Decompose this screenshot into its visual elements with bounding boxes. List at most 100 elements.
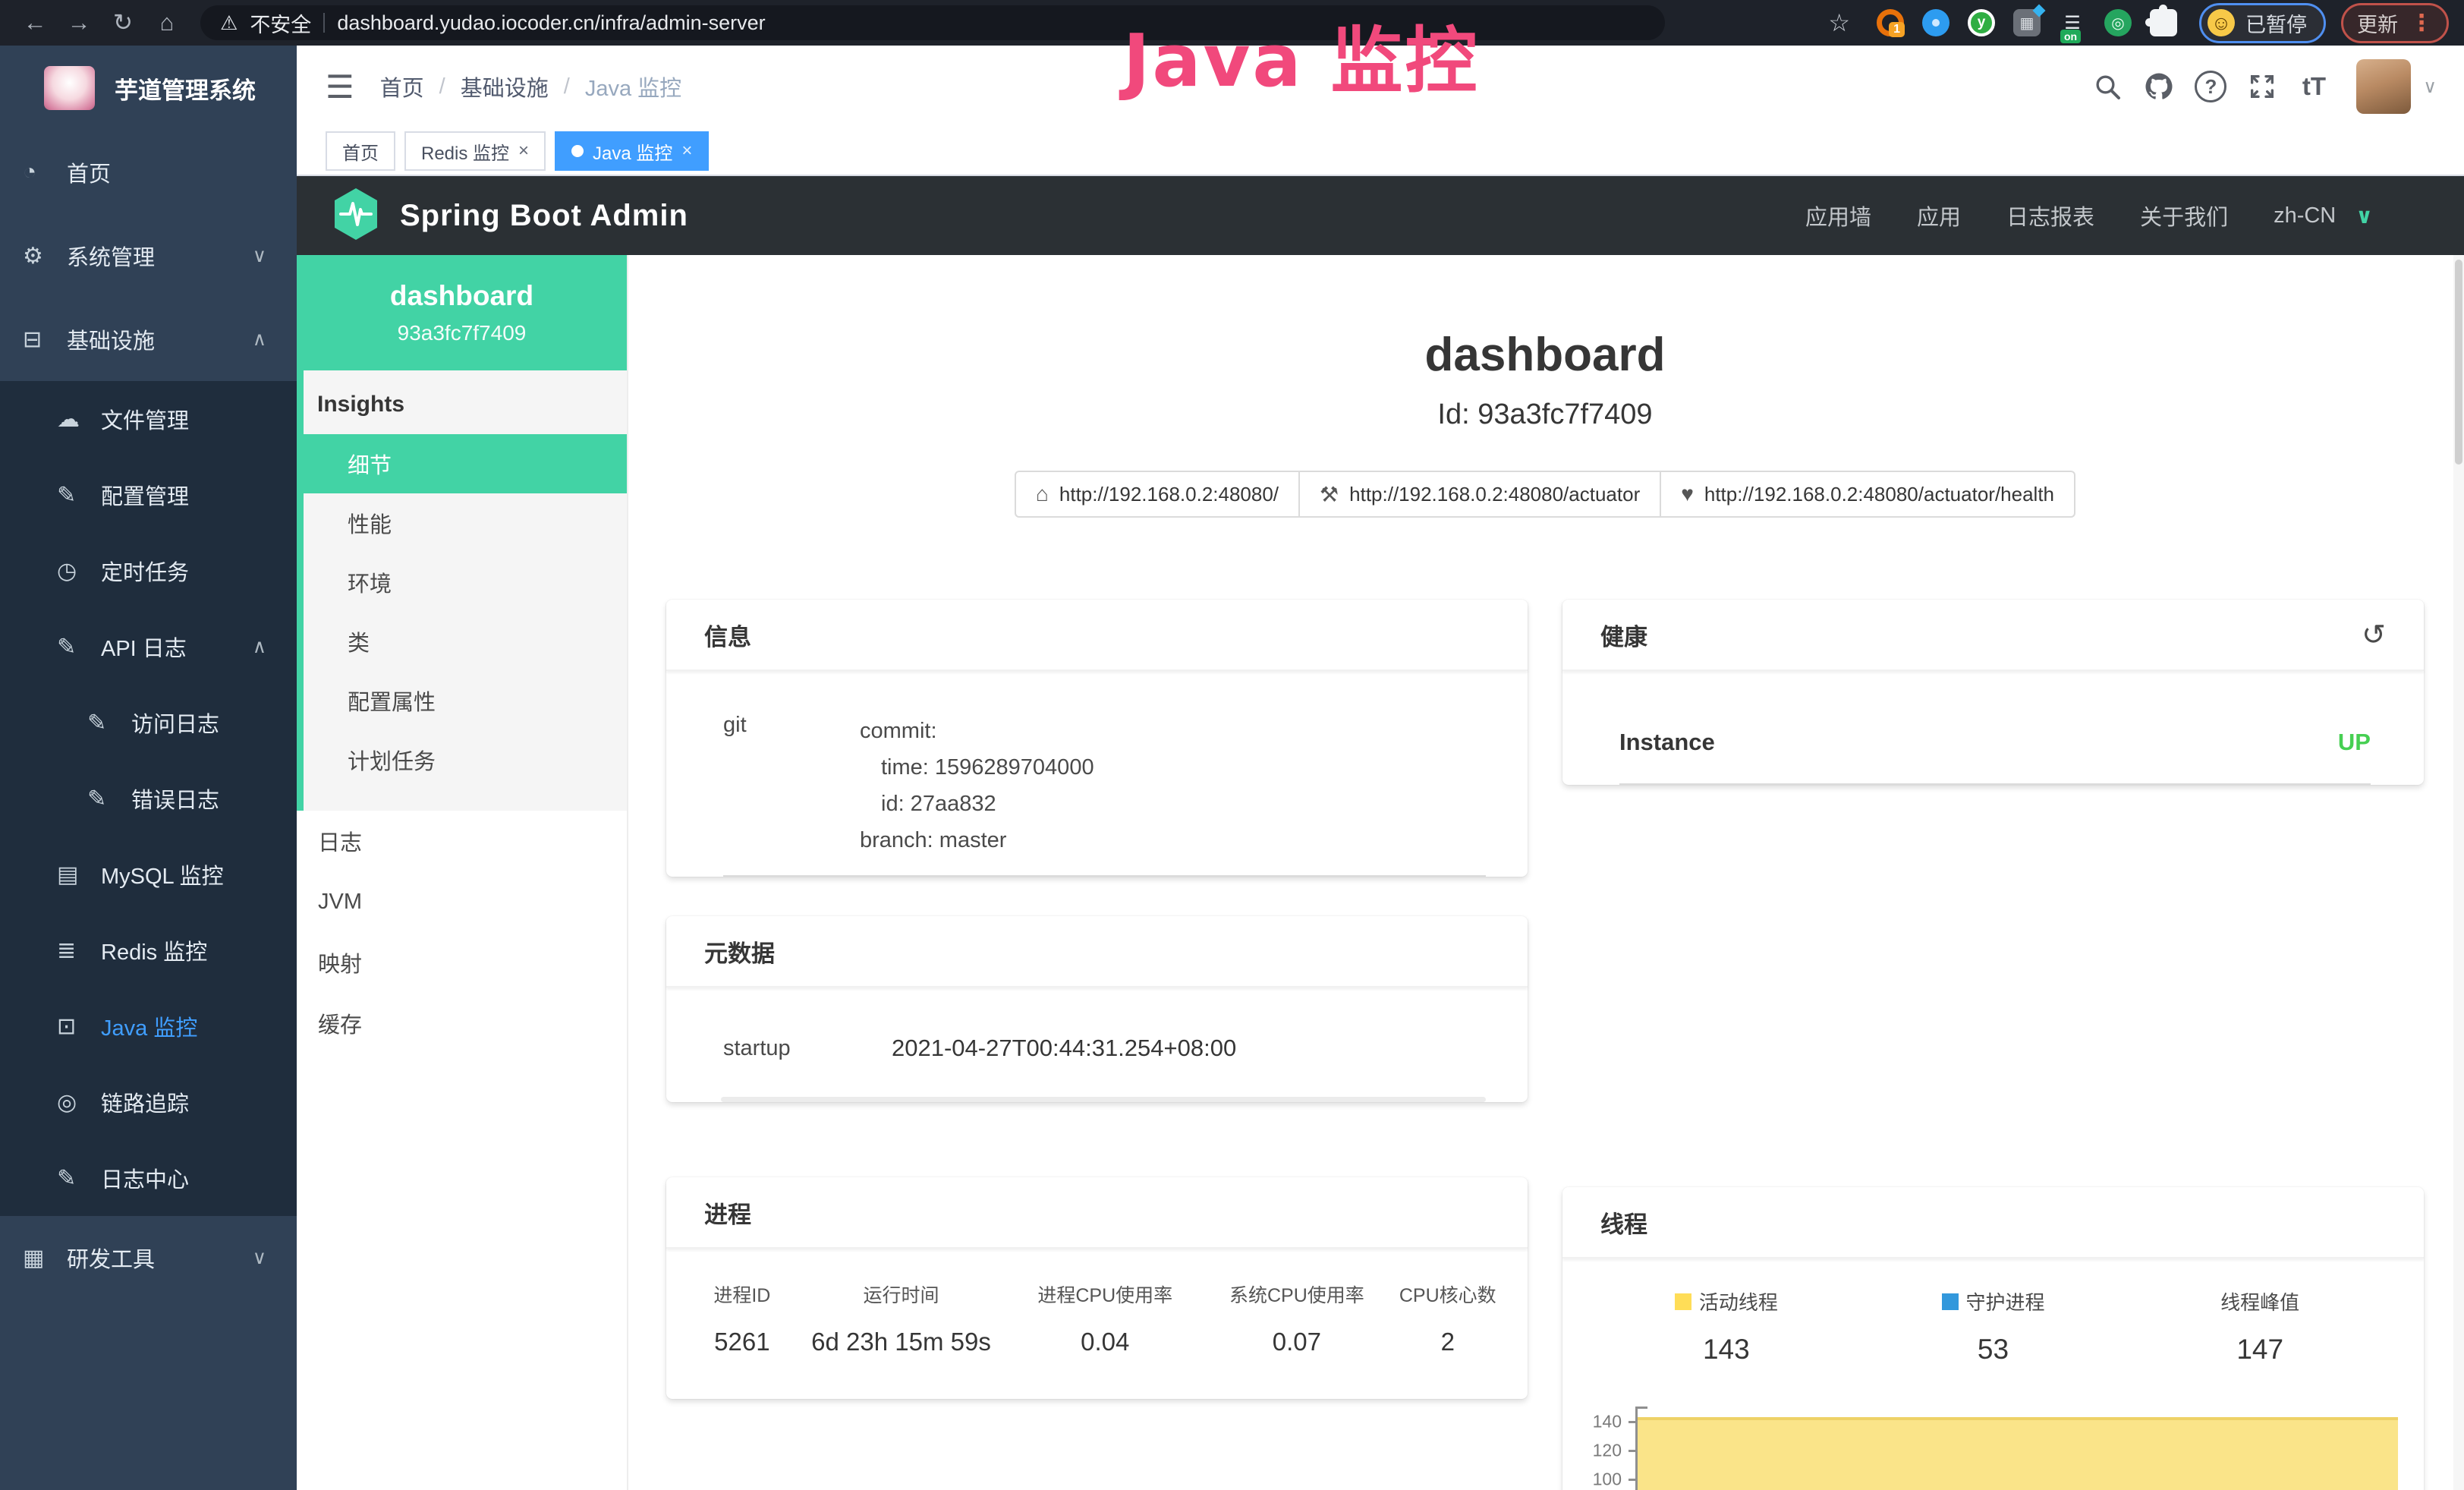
menu-item-scheduled-tasks[interactable]: 计划任务	[304, 730, 627, 789]
sidebar-item-dev-tools[interactable]: ▦ 研发工具 ∨	[0, 1216, 297, 1299]
menu-item-metrics[interactable]: 性能	[304, 493, 627, 553]
extension-colorzilla-icon[interactable]: 1	[1877, 9, 1904, 36]
actuator-url-button[interactable]: ⚒ http://192.168.0.2:48080/actuator	[1300, 471, 1661, 518]
active-dot	[571, 145, 584, 157]
tab-java-monitor[interactable]: Java 监控 ×	[555, 131, 709, 171]
breadcrumb-home[interactable]: 首页	[380, 71, 424, 102]
tab-redis-monitor[interactable]: Redis 监控 ×	[404, 131, 546, 171]
health-url-button[interactable]: ♥ http://192.168.0.2:48080/actuator/heal…	[1661, 471, 2075, 518]
menu-item-mappings[interactable]: 映射	[297, 932, 627, 993]
home-icon[interactable]: ⌂	[147, 9, 187, 36]
health-card: 健康 ↺ Instance UP	[1562, 600, 2424, 785]
metadata-startup-value: 2021-04-27T00:44:31.254+08:00	[892, 1035, 1236, 1062]
reload-icon[interactable]: ↻	[103, 9, 143, 36]
extension-y-icon[interactable]: y	[1968, 9, 1995, 36]
sidebar-item-files[interactable]: ☁ 文件管理	[0, 381, 297, 457]
sidebar-item-java-monitor[interactable]: ⊡ Java 监控	[0, 988, 297, 1064]
sba-nav-applications[interactable]: 应用	[1917, 200, 1961, 232]
sba-locale-select[interactable]: zh-CN	[2274, 203, 2336, 228]
instance-header[interactable]: dashboard 93a3fc7f7409	[297, 255, 627, 370]
sidebar-item-home[interactable]: ◔ 首页	[0, 131, 297, 214]
hamburger-icon[interactable]: ☰	[310, 68, 370, 106]
browser-menu-dots-icon[interactable]: ⋮	[2410, 10, 2433, 36]
search-icon[interactable]	[2082, 71, 2133, 102]
clock-icon: ◷	[57, 558, 101, 584]
url-text[interactable]: dashboard.yudao.iocoder.cn/infra/admin-s…	[337, 11, 765, 35]
daemon-threads-value: 53	[1978, 1334, 2009, 1366]
sidebar-item-log-center[interactable]: ✎ 日志中心	[0, 1140, 297, 1216]
paused-label: 已暂停	[2245, 8, 2307, 38]
history-icon[interactable]: ↺	[2362, 618, 2386, 652]
threads-chart: 140 120 100	[1562, 1407, 2424, 1490]
health-card-title: 健康 ↺	[1562, 600, 2424, 671]
extension-pin-icon[interactable]	[1922, 9, 1949, 36]
bookmark-star-icon[interactable]: ☆	[1828, 8, 1850, 37]
insights-section: Insights 细节 性能 环境 类 配置属性 计划任务	[297, 370, 627, 811]
extensions-puzzle-icon[interactable]	[2150, 9, 2177, 36]
insights-group-label: Insights	[304, 370, 627, 434]
sidebar-item-redis[interactable]: ≣ Redis 监控	[0, 912, 297, 988]
edit-icon: ✎	[57, 482, 101, 509]
sidebar-item-trace[interactable]: ◎ 链路追踪	[0, 1064, 297, 1140]
sidebar-item-api-log[interactable]: ✎ API 日志 ∧	[0, 609, 297, 685]
menu-item-jvm[interactable]: JVM	[297, 871, 627, 932]
process-table: 进程ID 运行时间 进程CPU使用率 系统CPU使用率 CPU核心数 5261 …	[666, 1249, 1528, 1399]
tab-home[interactable]: 首页	[326, 131, 395, 171]
health-instance-label[interactable]: Instance	[1619, 729, 1715, 756]
locale-caret-icon[interactable]: ∨	[2355, 203, 2373, 228]
metadata-card-title: 元数据	[666, 916, 1528, 988]
extension-list-icon[interactable]: ☰ on	[2059, 9, 2086, 36]
forward-icon[interactable]: →	[59, 9, 99, 36]
menu-item-logs[interactable]: 日志	[297, 811, 627, 871]
back-icon[interactable]: ←	[15, 9, 55, 36]
security-label[interactable]: 不安全	[250, 8, 311, 38]
sba-nav-journal[interactable]: 日志报表	[2006, 200, 2094, 232]
scrollbar-thumb[interactable]	[2455, 260, 2462, 465]
breadcrumb: 首页 / 基础设施 / Java 监控	[380, 71, 681, 102]
browser-update-button[interactable]: 更新 ⋮	[2341, 3, 2449, 43]
page-title: dashboard	[666, 328, 2424, 382]
help-icon[interactable]: ?	[2185, 71, 2236, 102]
avatar-caret-icon[interactable]: ∨	[2423, 76, 2437, 98]
sba-nav-wallboard[interactable]: 应用墙	[1805, 200, 1871, 232]
menu-item-configprops[interactable]: 配置属性	[304, 671, 627, 730]
info-card: 信息 git commit: time: 1596289704000 id: 2…	[666, 600, 1528, 877]
main-scrollbar[interactable]	[2453, 255, 2464, 1490]
sidebar-item-infra[interactable]: ⊟ 基础设施 ∧	[0, 298, 297, 381]
sidebar-item-config[interactable]: ✎ 配置管理	[0, 457, 297, 533]
close-icon[interactable]: ×	[681, 140, 692, 162]
extension-search-icon[interactable]: ◎	[2104, 9, 2132, 36]
menu-item-classes[interactable]: 类	[304, 612, 627, 671]
cloud-upload-icon: ☁	[57, 406, 101, 433]
instance-id: 93a3fc7f7409	[398, 321, 527, 345]
sidebar-item-jobs[interactable]: ◷ 定时任务	[0, 533, 297, 609]
menu-item-caches[interactable]: 缓存	[297, 993, 627, 1054]
user-avatar[interactable]	[2356, 59, 2411, 114]
thread-stats: 活动线程 143 守护进程 53 线程峰值 14	[1562, 1258, 2424, 1366]
extension-grid-icon[interactable]: ▦	[2013, 9, 2041, 36]
menu-item-environment[interactable]: 环境	[304, 553, 627, 612]
metadata-key-startup: startup	[723, 1036, 892, 1061]
breadcrumb-infra[interactable]: 基础设施	[461, 71, 549, 102]
menu-item-details[interactable]: 细节	[297, 434, 627, 493]
log-icon: ✎	[87, 710, 131, 736]
sidebar-item-system[interactable]: ⚙ 系统管理 ∨	[0, 214, 297, 298]
fullscreen-icon[interactable]	[2236, 71, 2288, 102]
sba-brand-title[interactable]: Spring Boot Admin	[400, 199, 688, 233]
github-icon[interactable]	[2133, 71, 2185, 102]
sba-nav: 应用墙 应用 日志报表 关于我们 zh-CN ∨	[1805, 200, 2429, 232]
instance-details-view: dashboard Id: 93a3fc7f7409 ⌂ http://192.…	[628, 255, 2464, 1490]
service-url-button[interactable]: ⌂ http://192.168.0.2:48080/	[1015, 471, 1300, 518]
app-logo-row[interactable]: 芋道管理系统	[0, 46, 297, 131]
profile-paused-badge[interactable]: ☺ 已暂停	[2199, 3, 2326, 43]
app-title: 芋道管理系统	[115, 71, 256, 106]
breadcrumb-separator: /	[439, 74, 445, 99]
sba-nav-about[interactable]: 关于我们	[2140, 200, 2228, 232]
font-size-icon[interactable]: tT	[2288, 72, 2340, 101]
info-card-title: 信息	[666, 600, 1528, 671]
git-commit-line: commit:	[860, 713, 1486, 749]
sidebar-item-error-log[interactable]: ✎ 错误日志	[0, 761, 297, 836]
sidebar-item-mysql[interactable]: ▤ MySQL 监控	[0, 836, 297, 912]
close-icon[interactable]: ×	[518, 140, 529, 162]
sidebar-item-access-log[interactable]: ✎ 访问日志	[0, 685, 297, 761]
